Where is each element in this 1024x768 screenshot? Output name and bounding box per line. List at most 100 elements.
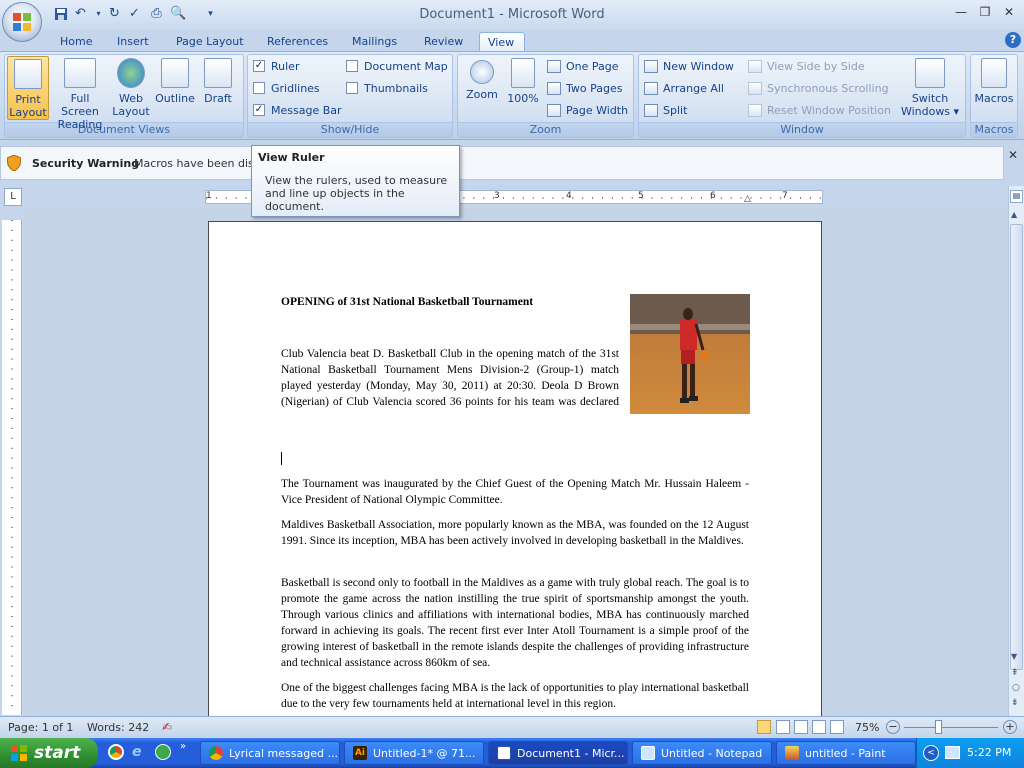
macros-button[interactable]: Macros bbox=[972, 56, 1016, 120]
task-notepad[interactable]: Untitled - Notepad bbox=[632, 741, 772, 765]
split-label: Split bbox=[663, 103, 688, 117]
scroll-up-icon[interactable]: ▲ bbox=[1011, 210, 1017, 219]
ruler-checkbox[interactable]: ✓ Ruler bbox=[253, 57, 299, 75]
zoom-100-button[interactable]: 100% bbox=[505, 56, 541, 120]
task-label: untitled - Paint bbox=[805, 746, 886, 760]
outline-button[interactable]: Outline bbox=[152, 56, 198, 120]
proofing-errors-icon[interactable]: ✍ bbox=[162, 720, 172, 734]
document-map-label: Document Map bbox=[364, 59, 448, 73]
tab-view[interactable]: View bbox=[479, 32, 525, 52]
page-count[interactable]: Page: 1 of 1 bbox=[8, 721, 73, 734]
draft-button[interactable]: Draft bbox=[200, 56, 236, 120]
full-screen-view-icon[interactable] bbox=[776, 720, 790, 734]
zoom-100-icon bbox=[511, 58, 535, 88]
outline-label: Outline bbox=[155, 92, 195, 105]
restore-button[interactable]: ❐ bbox=[974, 5, 996, 21]
two-pages-button[interactable]: Two Pages bbox=[547, 79, 622, 97]
minimize-button[interactable]: — bbox=[950, 5, 972, 21]
security-warning-text: Macros have been disa bbox=[134, 157, 261, 170]
task-illustrator[interactable]: Ai Untitled-1* @ 71... bbox=[344, 741, 484, 765]
new-window-button[interactable]: New Window bbox=[644, 57, 734, 75]
group-label-window: Window bbox=[639, 122, 965, 137]
reset-window-position-button[interactable]: Reset Window Position bbox=[748, 101, 891, 119]
view-ruler-toggle-icon[interactable]: ▤ bbox=[1010, 190, 1023, 203]
vertical-scrollbar[interactable]: ▤ ▲ ▼ ⇞ ○ ⇟ bbox=[1008, 186, 1024, 716]
network-icon[interactable] bbox=[945, 746, 960, 759]
right-indent-marker-icon[interactable]: △ bbox=[744, 194, 751, 204]
page-width-button[interactable]: Page Width bbox=[547, 101, 628, 119]
select-browse-object-icon[interactable]: ○ bbox=[1012, 683, 1020, 693]
reset-pos-icon bbox=[748, 103, 762, 117]
vertical-ruler[interactable] bbox=[2, 220, 22, 715]
web-layout-view-icon[interactable] bbox=[794, 720, 808, 734]
split-button[interactable]: Split bbox=[644, 101, 687, 119]
tray-expand-icon[interactable]: < bbox=[923, 745, 939, 761]
tooltip-body: View the rulers, used to measure and lin… bbox=[265, 174, 448, 213]
view-side-by-side-button[interactable]: View Side by Side bbox=[748, 57, 865, 75]
thumbnails-check-box bbox=[346, 82, 358, 94]
scroll-thumb[interactable] bbox=[1010, 224, 1023, 670]
zoom-label: Zoom bbox=[466, 88, 498, 101]
word-count[interactable]: Words: 242 bbox=[87, 721, 149, 734]
office-button[interactable] bbox=[2, 2, 42, 42]
outline-view-icon[interactable] bbox=[812, 720, 826, 734]
zoom-level[interactable]: 75% bbox=[855, 721, 879, 734]
task-word[interactable]: Document1 - Micr... bbox=[488, 741, 628, 765]
tab-selector-icon[interactable]: L bbox=[4, 188, 22, 206]
tab-page-layout[interactable]: Page Layout bbox=[168, 32, 252, 52]
split-icon bbox=[644, 103, 658, 117]
group-label-document-views: Document Views bbox=[5, 122, 243, 137]
start-button[interactable]: start bbox=[0, 738, 98, 768]
chrome-quicklaunch-icon[interactable] bbox=[108, 744, 124, 760]
previous-page-icon[interactable]: ⇞ bbox=[1011, 668, 1019, 678]
task-label: Untitled-1* @ 71... bbox=[373, 746, 476, 760]
arrange-all-button[interactable]: Arrange All bbox=[644, 79, 724, 97]
page-width-icon bbox=[547, 103, 561, 117]
full-screen-reading-button[interactable]: Full Screen Reading bbox=[50, 56, 110, 131]
thumbnails-checkbox[interactable]: Thumbnails bbox=[346, 79, 428, 97]
task-paint[interactable]: untitled - Paint bbox=[776, 741, 916, 765]
document-map-checkbox[interactable]: Document Map bbox=[346, 57, 448, 75]
arrange-all-icon bbox=[644, 81, 658, 95]
tab-mailings[interactable]: Mailings bbox=[344, 32, 405, 52]
close-button[interactable]: ✕ bbox=[998, 5, 1020, 21]
print-layout-button[interactable]: Print Layout bbox=[7, 56, 49, 120]
scroll-down-icon[interactable]: ▼ bbox=[1011, 652, 1017, 661]
message-bar-checkbox[interactable]: ✓ Message Bar bbox=[253, 101, 342, 119]
web-layout-button[interactable]: Web Layout bbox=[112, 56, 150, 120]
ruler-number: 4 bbox=[566, 191, 572, 201]
ruler-check-box: ✓ bbox=[253, 60, 265, 72]
tab-insert[interactable]: Insert bbox=[109, 32, 157, 52]
media-quicklaunch-icon[interactable] bbox=[155, 744, 171, 760]
ie-quicklaunch-icon[interactable]: e bbox=[132, 744, 148, 760]
gridlines-check-box bbox=[253, 82, 265, 94]
tab-review[interactable]: Review bbox=[416, 32, 471, 52]
one-page-button[interactable]: One Page bbox=[547, 57, 619, 75]
draft-view-icon[interactable] bbox=[830, 720, 844, 734]
next-page-icon[interactable]: ⇟ bbox=[1011, 698, 1019, 708]
close-message-bar-icon[interactable]: ✕ bbox=[1008, 148, 1018, 162]
document-page[interactable]: OPENING of 31st National Basketball Tour… bbox=[208, 221, 822, 731]
task-label: Document1 - Micr... bbox=[517, 746, 625, 760]
synchronous-scrolling-button[interactable]: Synchronous Scrolling bbox=[748, 79, 889, 97]
zoom-in-icon[interactable]: + bbox=[1003, 720, 1017, 734]
clock[interactable]: 5:22 PM bbox=[967, 746, 1011, 759]
macros-label: Macros bbox=[974, 92, 1014, 105]
print-layout-view-icon[interactable] bbox=[757, 720, 771, 734]
gridlines-checkbox[interactable]: Gridlines bbox=[253, 79, 320, 97]
print-layout-label-2: Layout bbox=[9, 106, 47, 119]
quicklaunch-more-icon[interactable]: » bbox=[180, 741, 186, 752]
draft-icon bbox=[204, 58, 232, 88]
zoom-button[interactable]: Zoom bbox=[462, 56, 502, 120]
help-icon[interactable]: ? bbox=[1005, 32, 1021, 48]
zoom-slider-thumb[interactable] bbox=[935, 720, 942, 734]
zoom-slider[interactable] bbox=[904, 727, 998, 728]
switch-windows-button[interactable]: Switch Windows ▾ bbox=[898, 56, 962, 120]
basketball-player-photo bbox=[630, 294, 750, 414]
tab-home[interactable]: Home bbox=[52, 32, 100, 52]
view-side-label: View Side by Side bbox=[767, 59, 865, 73]
zoom-out-icon[interactable]: − bbox=[886, 720, 900, 734]
paragraph-5: One of the biggest challenges facing MBA… bbox=[281, 682, 749, 710]
tab-references[interactable]: References bbox=[259, 32, 336, 52]
task-chrome[interactable]: Lyrical messaged ... bbox=[200, 741, 340, 765]
